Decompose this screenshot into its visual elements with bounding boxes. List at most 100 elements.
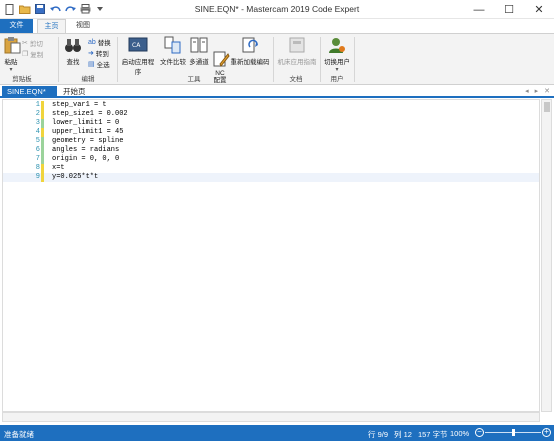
line-number: 5 (35, 137, 40, 145)
paste-button[interactable]: 粘贴 ▾ (3, 36, 21, 73)
close-button[interactable]: ✕ (524, 0, 554, 19)
launch-app-button[interactable]: CA 启动应用程序 (119, 36, 157, 76)
zoom-out-button[interactable]: − (475, 428, 484, 437)
tab-home[interactable]: 主页 (37, 19, 66, 33)
machine-app-guide-button[interactable]: 机床应用指南 (276, 36, 318, 66)
line-number: 9 (35, 173, 40, 181)
user-icon (328, 36, 346, 54)
code-line[interactable]: 2 step_size1 = 0.002 (3, 110, 539, 119)
change-marker (41, 119, 44, 128)
line-number: 3 (35, 119, 40, 127)
goto-label: 转到 (95, 51, 109, 58)
minimize-button[interactable]: — (464, 0, 494, 19)
zoom-level: 100% (450, 429, 470, 438)
nc-config-icon (212, 43, 230, 67)
reload-code-icon (241, 36, 259, 54)
svg-text:CA: CA (132, 42, 141, 49)
copy-label: 复制 (30, 52, 44, 59)
reload-code-label: 重新加载编码 (230, 59, 270, 66)
user-group-label: 用户 (330, 76, 344, 83)
ribbon-divider (354, 37, 355, 82)
clipboard-group: 粘贴 ▾ ✂ 剪切 ❐ 复制 剪贴板 (0, 34, 44, 85)
code-line[interactable]: 5 geometry = spline (3, 137, 539, 146)
replace-label: 替换 (97, 40, 111, 47)
document-group-label: 文档 (289, 76, 303, 83)
tools-group-label: 工具 (187, 76, 201, 83)
launch-app-icon: CA (128, 36, 148, 54)
status-bytes: 157 字节 (417, 430, 448, 439)
cut-button[interactable]: ✂ 剪切 (22, 38, 43, 48)
change-marker (41, 155, 44, 164)
code-line[interactable]: 8 x=t (3, 164, 539, 173)
code-line[interactable]: 9 y=0.025*t*t (3, 173, 539, 182)
code-line[interactable]: 1 step_var1 = t (3, 101, 539, 110)
code-text: upper_limit1 = 45 (52, 128, 124, 136)
change-marker (41, 173, 44, 182)
tab-close-icon[interactable]: ✕ (544, 87, 550, 95)
change-marker (41, 146, 44, 155)
code-line[interactable]: 4 upper_limit1 = 45 (3, 128, 539, 137)
copy-button[interactable]: ❐ 复制 (22, 49, 43, 59)
status-bar: 准备就绪 行 9/9 列 12 157 字节 100% − + (0, 425, 554, 441)
tab-view[interactable]: 视图 (70, 19, 96, 33)
horizontal-scrollbar[interactable] (2, 412, 540, 422)
reload-code-button[interactable]: 重新加载编码 (230, 36, 270, 66)
multi-channel-button[interactable]: 多通道 (188, 36, 210, 66)
ribbon-divider (58, 37, 59, 82)
scrollbar-thumb[interactable] (544, 102, 550, 112)
replace-button[interactable]: ab 替换 (88, 37, 111, 48)
code-text: x=t (52, 164, 65, 172)
change-marker (41, 101, 44, 110)
document-group: 机床应用指南 文档 (274, 34, 318, 85)
change-marker (41, 164, 44, 173)
tab-start-page[interactable]: 开始页 (58, 86, 91, 98)
goto-icon: ➜ (88, 50, 94, 57)
code-text: angles = radians (52, 146, 120, 154)
code-editor[interactable]: 1 step_var1 = t 2 step_size1 = 0.002 3 lower_… (2, 99, 540, 412)
file-compare-label: 文件比较 (160, 59, 186, 66)
switch-user-dropdown-icon: ▾ (335, 67, 339, 73)
tab-scroll-right-icon[interactable]: ▸ (535, 87, 539, 95)
status-row: 行 9/9 (368, 430, 389, 439)
ribbon-tab-strip: 文件 主页 视图 (0, 19, 554, 33)
machine-app-guide-icon (288, 36, 306, 54)
tab-file[interactable]: 文件 (0, 19, 33, 33)
line-number: 4 (35, 128, 40, 136)
paste-dropdown-icon: ▾ (9, 67, 13, 73)
line-number: 7 (35, 155, 40, 163)
ribbon: 粘贴 ▾ ✂ 剪切 ❐ 复制 剪贴板 查找 ab 替换 ➜ 转到 ▤ 全选 编辑… (0, 33, 554, 85)
vertical-scrollbar[interactable] (541, 99, 552, 412)
code-line[interactable]: 3 lower_limit1 = 0 (3, 119, 539, 128)
copy-icon: ❐ (22, 51, 29, 58)
maximize-button[interactable]: ☐ (494, 0, 524, 19)
file-compare-icon (164, 36, 182, 54)
line-number: 2 (35, 110, 40, 118)
clipboard-group-label: 剪贴板 (12, 76, 32, 83)
tools-group: CA 启动应用程序 文件比较 多通道 NC 配置 重新加载编码 工具 (118, 34, 270, 85)
code-line[interactable]: 6 angles = radians (3, 146, 539, 155)
tab-sine-eqn[interactable]: SINE.EQN* (2, 86, 57, 98)
paste-icon (3, 36, 21, 54)
multi-channel-icon (190, 36, 208, 54)
code-text: step_var1 = t (52, 101, 107, 109)
zoom-slider-handle[interactable] (512, 429, 515, 436)
zoom-in-button[interactable]: + (542, 428, 551, 437)
zoom-slider[interactable]: − + (475, 428, 551, 438)
code-text: geometry = spline (52, 137, 124, 145)
scissors-icon: ✂ (22, 40, 28, 47)
find-button[interactable]: 查找 (64, 36, 82, 66)
select-all-button[interactable]: ▤ 全选 (88, 59, 110, 69)
line-number: 8 (35, 164, 40, 172)
edit-group: 查找 ab 替换 ➜ 转到 ▤ 全选 编辑 (60, 34, 116, 85)
goto-button[interactable]: ➜ 转到 (88, 48, 109, 58)
change-marker (41, 110, 44, 119)
status-column: 列 12 (394, 430, 412, 439)
tab-scroll-left-icon[interactable]: ◂ (525, 87, 529, 95)
multi-channel-label: 多通道 (189, 59, 209, 66)
find-label: 查找 (66, 59, 80, 66)
machine-app-guide-label: 机床应用指南 (277, 59, 317, 66)
file-compare-button[interactable]: 文件比较 (160, 36, 186, 66)
user-group: 切换用户 ▾ 用户 (321, 34, 353, 85)
code-line[interactable]: 7 origin = 0, 0, 0 (3, 155, 539, 164)
switch-user-button[interactable]: 切换用户 ▾ (322, 36, 352, 73)
